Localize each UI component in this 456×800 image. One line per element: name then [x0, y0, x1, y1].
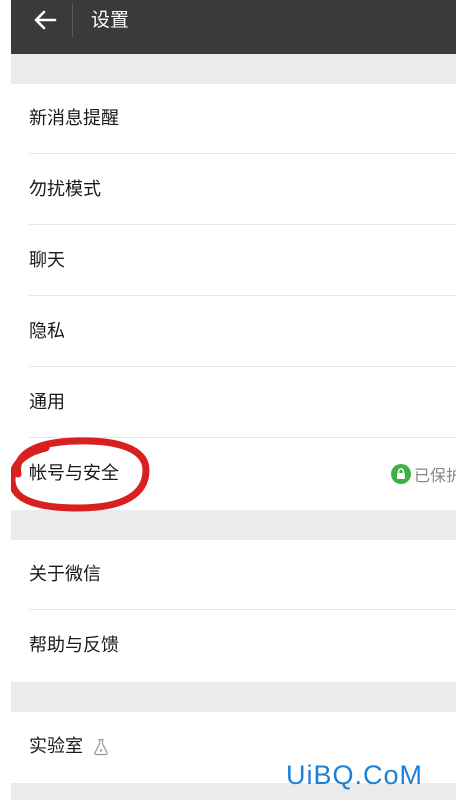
back-button[interactable]	[25, 0, 65, 40]
settings-item-label: 帮助与反馈	[29, 635, 119, 656]
settings-item-help-feedback[interactable]: 帮助与反馈	[11, 611, 456, 681]
settings-item-about-wechat[interactable]: 关于微信	[11, 540, 456, 610]
arrow-left-icon	[34, 10, 57, 30]
settings-item-new-message-notification[interactable]: 新消息提醒	[11, 84, 456, 154]
row-divider	[29, 295, 456, 296]
settings-item-privacy[interactable]: 隐私	[11, 297, 456, 367]
settings-item-label: 隐私	[29, 321, 65, 342]
settings-item-do-not-disturb[interactable]: 勿扰模式	[11, 155, 456, 225]
header-divider	[72, 4, 73, 38]
status-text: 已保护	[414, 466, 456, 485]
settings-item-general[interactable]: 通用	[11, 368, 456, 438]
settings-item-label: 新消息提醒	[29, 108, 119, 129]
row-divider	[29, 224, 456, 225]
row-divider	[29, 437, 456, 438]
app-header: 设置	[11, 0, 456, 54]
settings-item-account-security[interactable]: 帐号与安全 已保护	[11, 439, 456, 509]
page-title: 设置	[91, 9, 130, 31]
section-gap	[11, 682, 456, 712]
section-gap	[11, 510, 456, 540]
settings-item-label: 关于微信	[29, 564, 101, 585]
settings-item-chat[interactable]: 聊天	[11, 226, 456, 296]
settings-item-label: 勿扰模式	[29, 179, 101, 200]
lock-icon	[391, 464, 411, 484]
row-divider	[29, 366, 456, 367]
row-divider	[29, 153, 456, 154]
settings-item-label: 帐号与安全	[29, 463, 119, 484]
account-status: 已保护	[391, 461, 456, 487]
left-edge	[0, 0, 11, 800]
section-gap	[11, 54, 456, 84]
settings-item-label: 通用	[29, 392, 65, 413]
flask-icon	[94, 738, 108, 756]
settings-item-label: 实验室	[29, 736, 83, 757]
watermark: UiBQ.CoM	[286, 760, 424, 790]
settings-item-label: 聊天	[29, 250, 65, 271]
row-divider	[29, 609, 456, 610]
